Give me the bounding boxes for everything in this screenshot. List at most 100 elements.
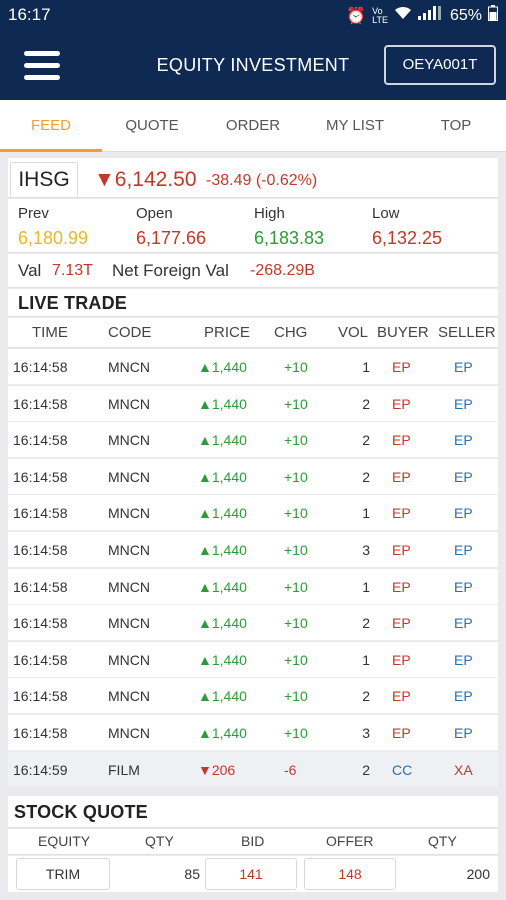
tab-order[interactable]: ORDER	[202, 100, 304, 152]
trade-time: 16:14:58	[13, 359, 68, 375]
prev-label: Prev	[18, 205, 49, 222]
table-row[interactable]: 16:14:58 MNCN ▲1,440 +10 1 EP EP	[8, 642, 498, 678]
trade-time: 16:14:58	[13, 725, 68, 741]
trade-time: 16:14:59	[13, 762, 68, 778]
trade-buyer: EP	[392, 652, 411, 668]
trade-buyer: CC	[392, 762, 413, 778]
battery-percent: 65%	[449, 6, 482, 24]
table-row[interactable]: 16:14:58 MNCN ▲1,440 +10 2 EP EP	[8, 386, 498, 422]
col-time: TIME	[32, 324, 68, 341]
trade-volume: 2	[362, 469, 370, 485]
trade-buyer: EP	[392, 688, 411, 704]
trade-time: 16:14:58	[13, 432, 68, 448]
trade-seller: EP	[454, 652, 473, 668]
status-bar: 16:17 ⏰ Vo LTE 65%	[0, 0, 506, 32]
trade-volume: 1	[362, 359, 370, 375]
stock-quote-title: STOCK QUOTE	[14, 802, 148, 822]
trade-volume: 3	[362, 725, 370, 741]
volte-icon: Vo LTE	[372, 5, 388, 25]
sq-col-equity: EQUITY	[38, 833, 91, 849]
table-row[interactable]: 16:14:58 MNCN ▲1,440 +10 1 EP EP	[8, 495, 498, 531]
trade-time: 16:14:58	[13, 615, 68, 631]
trade-price: ▲1,440	[198, 432, 247, 448]
sq-offer-qty: 200	[466, 866, 490, 882]
table-row[interactable]: 16:14:59 FILM ▼206 -6 2 CC XA	[8, 752, 498, 788]
trade-time: 16:14:58	[13, 469, 68, 485]
table-row[interactable]: 16:14:58 MNCN ▲1,440 +10 3 EP EP	[8, 715, 498, 751]
col-buyer: BUYER	[377, 324, 429, 341]
tab-quote[interactable]: QUOTE	[102, 100, 202, 152]
trade-seller: EP	[454, 725, 473, 741]
trade-buyer: EP	[392, 469, 411, 485]
sq-col-bid: BID	[241, 833, 265, 849]
tab-top[interactable]: TOP	[406, 100, 506, 152]
trade-code: MNCN	[108, 615, 150, 631]
trade-price: ▲1,440	[198, 542, 247, 558]
sq-equity-field[interactable]: TRIM	[16, 858, 110, 890]
trade-change: +10	[284, 688, 308, 704]
trade-time: 16:14:58	[13, 688, 68, 704]
table-row[interactable]: 16:14:58 MNCN ▲1,440 +10 2 EP EP	[8, 422, 498, 458]
trade-price: ▲1,440	[198, 396, 247, 412]
trade-buyer: EP	[392, 579, 411, 595]
trade-change: +10	[284, 432, 308, 448]
trade-volume: 2	[362, 762, 370, 778]
trade-time: 16:14:58	[13, 505, 68, 521]
high-label: High	[254, 205, 285, 222]
trade-change: +10	[284, 725, 308, 741]
table-row[interactable]: 16:14:58 MNCN ▲1,440 +10 2 EP EP	[8, 459, 498, 495]
col-chg: CHG	[274, 324, 308, 341]
sq-col-bid-qty: QTY	[145, 833, 174, 849]
sq-offer-button[interactable]: 148	[304, 858, 396, 890]
status-time: 16:17	[8, 5, 51, 24]
trade-time: 16:14:58	[13, 396, 68, 412]
trade-seller: XA	[454, 762, 473, 778]
sq-bid-qty: 85	[184, 866, 200, 882]
trade-change: +10	[284, 542, 308, 558]
open-value: 6,177.66	[136, 228, 207, 248]
tab-order-label: ORDER	[225, 117, 281, 134]
val-label: Val	[18, 261, 42, 280]
battery-icon	[488, 5, 498, 26]
trade-code: FILM	[108, 762, 140, 778]
table-row[interactable]: 16:14:58 MNCN ▲1,440 +10 1 EP EP	[8, 349, 498, 385]
account-button[interactable]: OEYA001T	[384, 45, 496, 85]
trade-code: MNCN	[108, 579, 150, 595]
trade-price: ▲1,440	[198, 505, 247, 521]
col-code: CODE	[108, 324, 152, 341]
trade-buyer: EP	[392, 615, 411, 631]
tab-my-list[interactable]: MY LIST	[304, 100, 406, 152]
trade-code: MNCN	[108, 505, 150, 521]
trade-price: ▲1,440	[198, 725, 247, 741]
trade-code: MNCN	[108, 432, 150, 448]
trade-seller: EP	[454, 469, 473, 485]
trade-code: MNCN	[108, 652, 150, 668]
trade-change: +10	[284, 579, 308, 595]
table-row[interactable]: 16:14:58 MNCN ▲1,440 +10 2 EP EP	[8, 605, 498, 641]
net-foreign-label: Net Foreign Val	[112, 261, 229, 280]
table-row[interactable]: 16:14:58 MNCN ▲1,440 +10 3 EP EP	[8, 532, 498, 568]
trade-change: +10	[284, 396, 308, 412]
val-value: 7.13T	[52, 262, 93, 279]
trade-code: MNCN	[108, 359, 150, 375]
trade-volume: 2	[362, 615, 370, 631]
high-value: 6,183.83	[254, 228, 325, 248]
status-icons: ⏰ Vo LTE 65%	[346, 5, 498, 26]
trade-code: MNCN	[108, 542, 150, 558]
table-row[interactable]: 16:14:58 MNCN ▲1,440 +10 1 EP EP	[8, 569, 498, 605]
trade-buyer: EP	[392, 725, 411, 741]
table-row[interactable]: 16:14:58 MNCN ▲1,440 +10 2 EP EP	[8, 678, 498, 714]
trade-volume: 1	[362, 652, 370, 668]
alarm-icon: ⏰	[346, 7, 367, 25]
tab-bar: FEED QUOTE ORDER MY LIST TOP	[0, 100, 506, 152]
trade-buyer: EP	[392, 432, 411, 448]
trade-change: -6	[284, 762, 297, 778]
trade-volume: 1	[362, 579, 370, 595]
trade-seller: EP	[454, 505, 473, 521]
tab-feed[interactable]: FEED	[0, 100, 102, 152]
index-name[interactable]: IHSG	[10, 162, 78, 198]
trade-seller: EP	[454, 542, 473, 558]
trade-seller: EP	[454, 432, 473, 448]
sq-bid-button[interactable]: 141	[205, 858, 297, 890]
trade-volume: 2	[362, 396, 370, 412]
